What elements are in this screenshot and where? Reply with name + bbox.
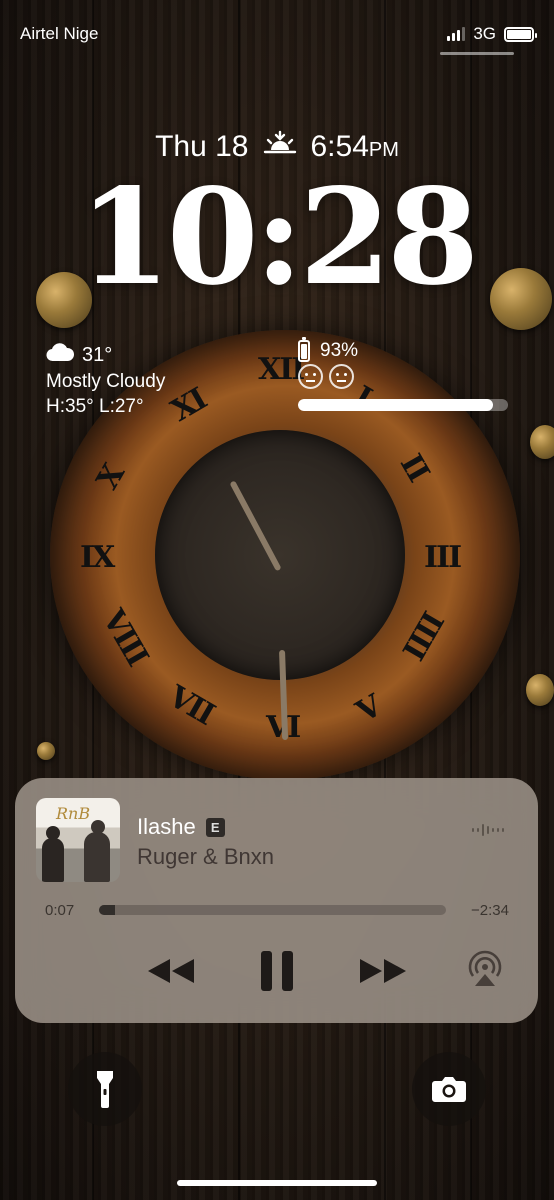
control-center-grabber[interactable] [440,52,514,55]
wallpaper-clock-center [155,430,405,680]
date-line[interactable]: Thu 18 6:54PM [0,130,554,164]
pause-button[interactable] [253,948,301,994]
now-playing-widget[interactable]: RnB Ilashe E Ruger & Bnxn 0:07 −2:34 [15,778,538,1023]
battery-icon [298,337,310,362]
battery-level-bar [298,399,508,411]
neutral-face-icon [329,364,354,389]
album-art[interactable]: RnB [36,798,120,882]
weather-condition: Mostly Cloudy [46,371,166,392]
sunset-time: 6:54PM [310,130,399,163]
camera-button[interactable] [412,1052,486,1126]
elapsed-time: 0:07 [45,902,75,919]
sunset-icon [263,130,297,164]
airplay-button[interactable] [465,948,505,988]
pause-icon [261,951,293,991]
waveform-icon [472,824,504,836]
network-type: 3G [473,24,496,43]
explicit-badge: E [205,817,225,837]
rewind-icon [148,959,194,983]
neutral-face-icon [298,364,323,389]
date-label: Thu 18 [155,130,249,163]
rewind-button[interactable] [145,948,197,994]
flashlight-button[interactable] [68,1052,142,1126]
playback-scrubber[interactable] [99,905,446,915]
airplay-icon [468,950,502,986]
battery-widget[interactable]: 93% [298,337,510,411]
fast-forward-button[interactable] [357,948,409,994]
carrier-name: Airtel Nige [20,24,99,43]
remaining-time: −2:34 [471,902,509,919]
battery-icon [504,26,537,42]
home-indicator[interactable] [177,1180,377,1186]
battery-percent: 93% [320,340,359,361]
weather-widget[interactable]: 31° Mostly Cloudy H:35° L:27° [46,342,165,419]
cloud-icon [46,342,75,369]
weather-high-low: H:35° L:27° [46,396,144,417]
signal-strength-icon [447,27,466,41]
camera-icon [432,1077,466,1102]
fast-forward-icon [360,959,406,983]
lock-screen-clock[interactable]: 10:28 [0,172,554,304]
status-bar: Airtel Nige 3G [20,22,537,46]
artist-name: Ruger & Bnxn [137,844,274,869]
song-title: Ilashe E [137,814,225,840]
weather-temperature: 31° [82,344,113,366]
album-art-text: RnB [56,804,91,823]
flashlight-icon [97,1071,113,1108]
